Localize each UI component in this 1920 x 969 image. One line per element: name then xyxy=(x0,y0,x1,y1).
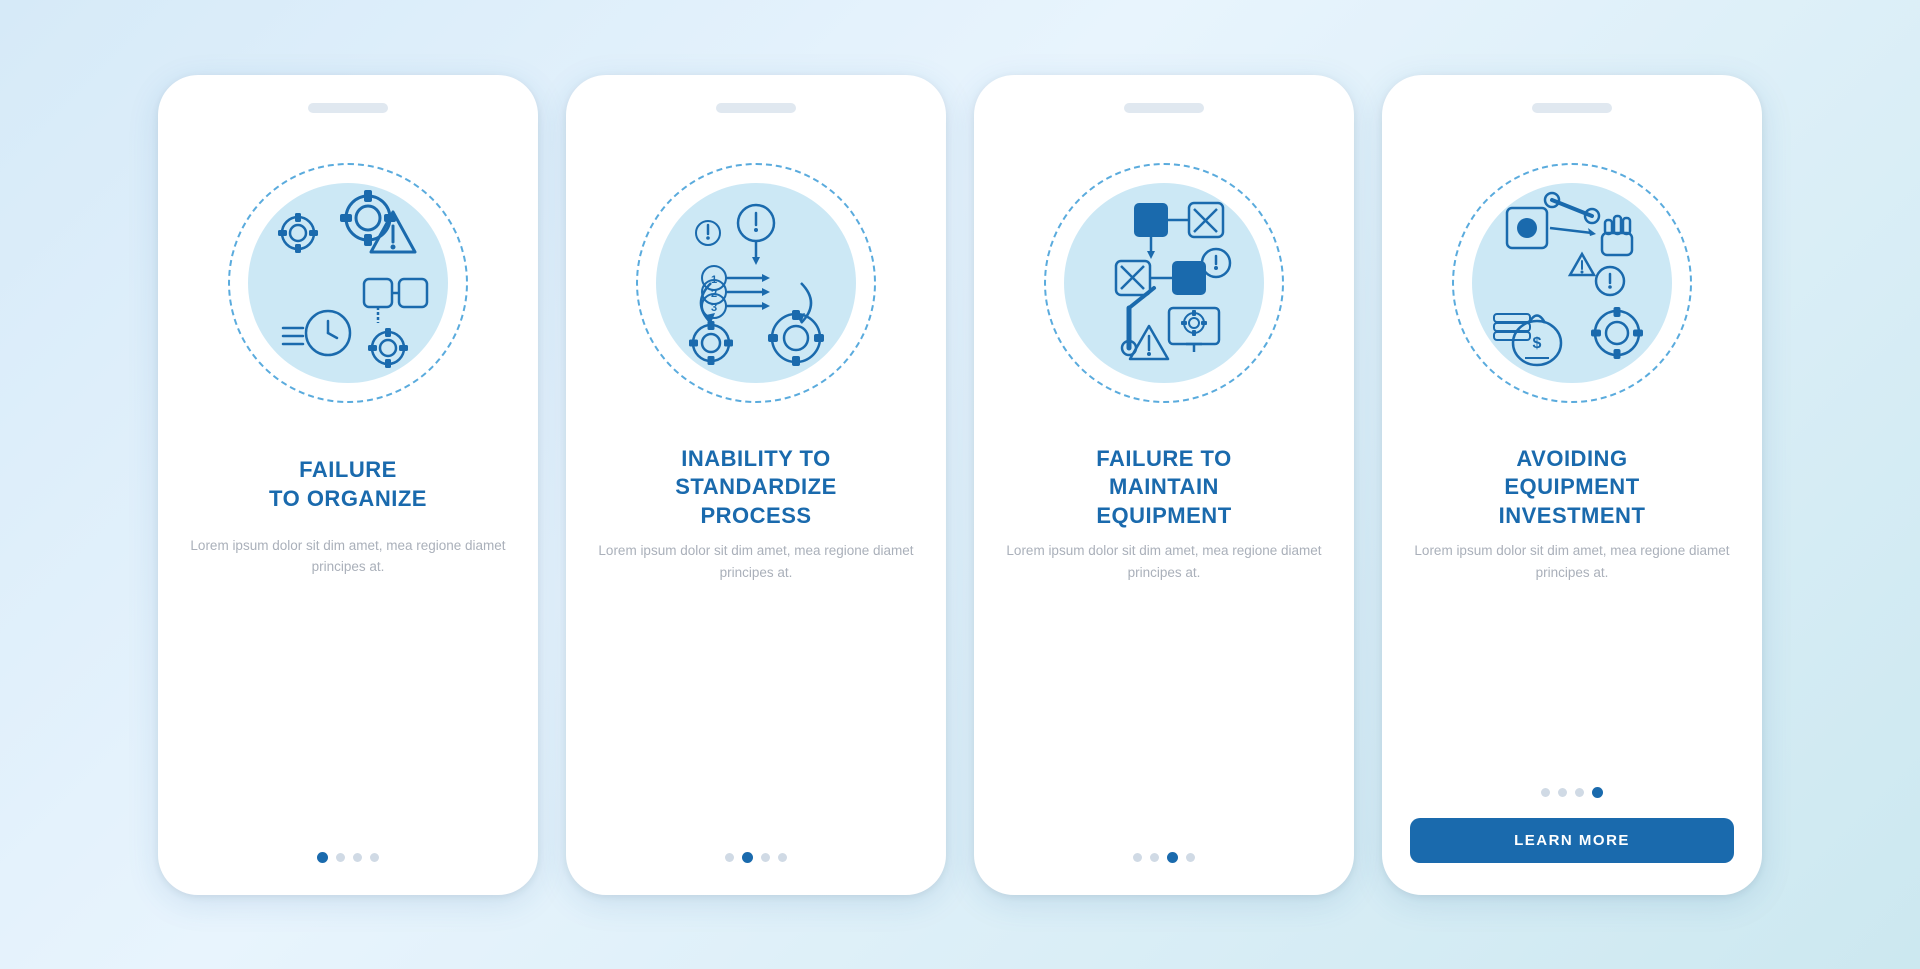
card-2-body: Lorem ipsum dolor sit dim amet, mea regi… xyxy=(594,540,918,833)
dot-2 xyxy=(742,852,753,863)
card-2-dots xyxy=(725,852,787,863)
dot-1 xyxy=(725,853,734,862)
card-failure-to-organize: FAILURE TO ORGANIZE Lorem ipsum dolor si… xyxy=(158,75,538,895)
phone-notch-2 xyxy=(716,103,796,113)
dot-2 xyxy=(336,853,345,862)
card-1-title: FAILURE TO ORGANIZE xyxy=(269,445,427,525)
card-4-body: Lorem ipsum dolor sit dim amet, mea regi… xyxy=(1410,540,1734,768)
dot-3 xyxy=(1167,852,1178,863)
dot-3 xyxy=(1575,788,1584,797)
illustration-maintain xyxy=(1002,133,1326,433)
maintain-svg-icon xyxy=(1054,173,1274,393)
organize-svg-icon xyxy=(238,173,458,393)
illustration-investment: $ xyxy=(1410,133,1734,433)
dot-3 xyxy=(761,853,770,862)
dot-3 xyxy=(353,853,362,862)
cards-container: FAILURE TO ORGANIZE Lorem ipsum dolor si… xyxy=(118,35,1802,935)
phone-notch-3 xyxy=(1124,103,1204,113)
card-3-dots xyxy=(1133,852,1195,863)
standardize-svg-icon: 1 2 3 xyxy=(646,173,866,393)
illustration-organize xyxy=(186,133,510,433)
dot-2 xyxy=(1558,788,1567,797)
card-3-title: FAILURE TO MAINTAIN EQUIPMENT xyxy=(1096,445,1231,531)
dot-1 xyxy=(1541,788,1550,797)
svg-text:3: 3 xyxy=(711,302,717,314)
dot-1 xyxy=(1133,853,1142,862)
dot-4 xyxy=(1186,853,1195,862)
dot-4 xyxy=(778,853,787,862)
illustration-standardize: 1 2 3 xyxy=(594,133,918,433)
dot-4 xyxy=(370,853,379,862)
dot-4 xyxy=(1592,787,1603,798)
svg-text:$: $ xyxy=(1533,335,1542,352)
card-4-dots xyxy=(1541,787,1603,798)
card-2-title: INABILITY TO STANDARDIZE PROCESS xyxy=(675,445,837,531)
learn-more-button[interactable]: LEARN MORE xyxy=(1410,818,1734,863)
card-4-title: AVOIDING EQUIPMENT INVESTMENT xyxy=(1499,445,1646,531)
card-3-body: Lorem ipsum dolor sit dim amet, mea regi… xyxy=(1002,540,1326,833)
phone-notch-4 xyxy=(1532,103,1612,113)
card-failure-to-maintain: FAILURE TO MAINTAIN EQUIPMENT Lorem ipsu… xyxy=(974,75,1354,895)
dot-1 xyxy=(317,852,328,863)
phone-notch xyxy=(308,103,388,113)
card-inability-to-standardize: 1 2 3 xyxy=(566,75,946,895)
card-avoiding-investment: $ xyxy=(1382,75,1762,895)
investment-svg-icon: $ xyxy=(1462,173,1682,393)
dot-2 xyxy=(1150,853,1159,862)
card-1-body: Lorem ipsum dolor sit dim amet, mea regi… xyxy=(186,535,510,834)
card-1-dots xyxy=(317,852,379,863)
